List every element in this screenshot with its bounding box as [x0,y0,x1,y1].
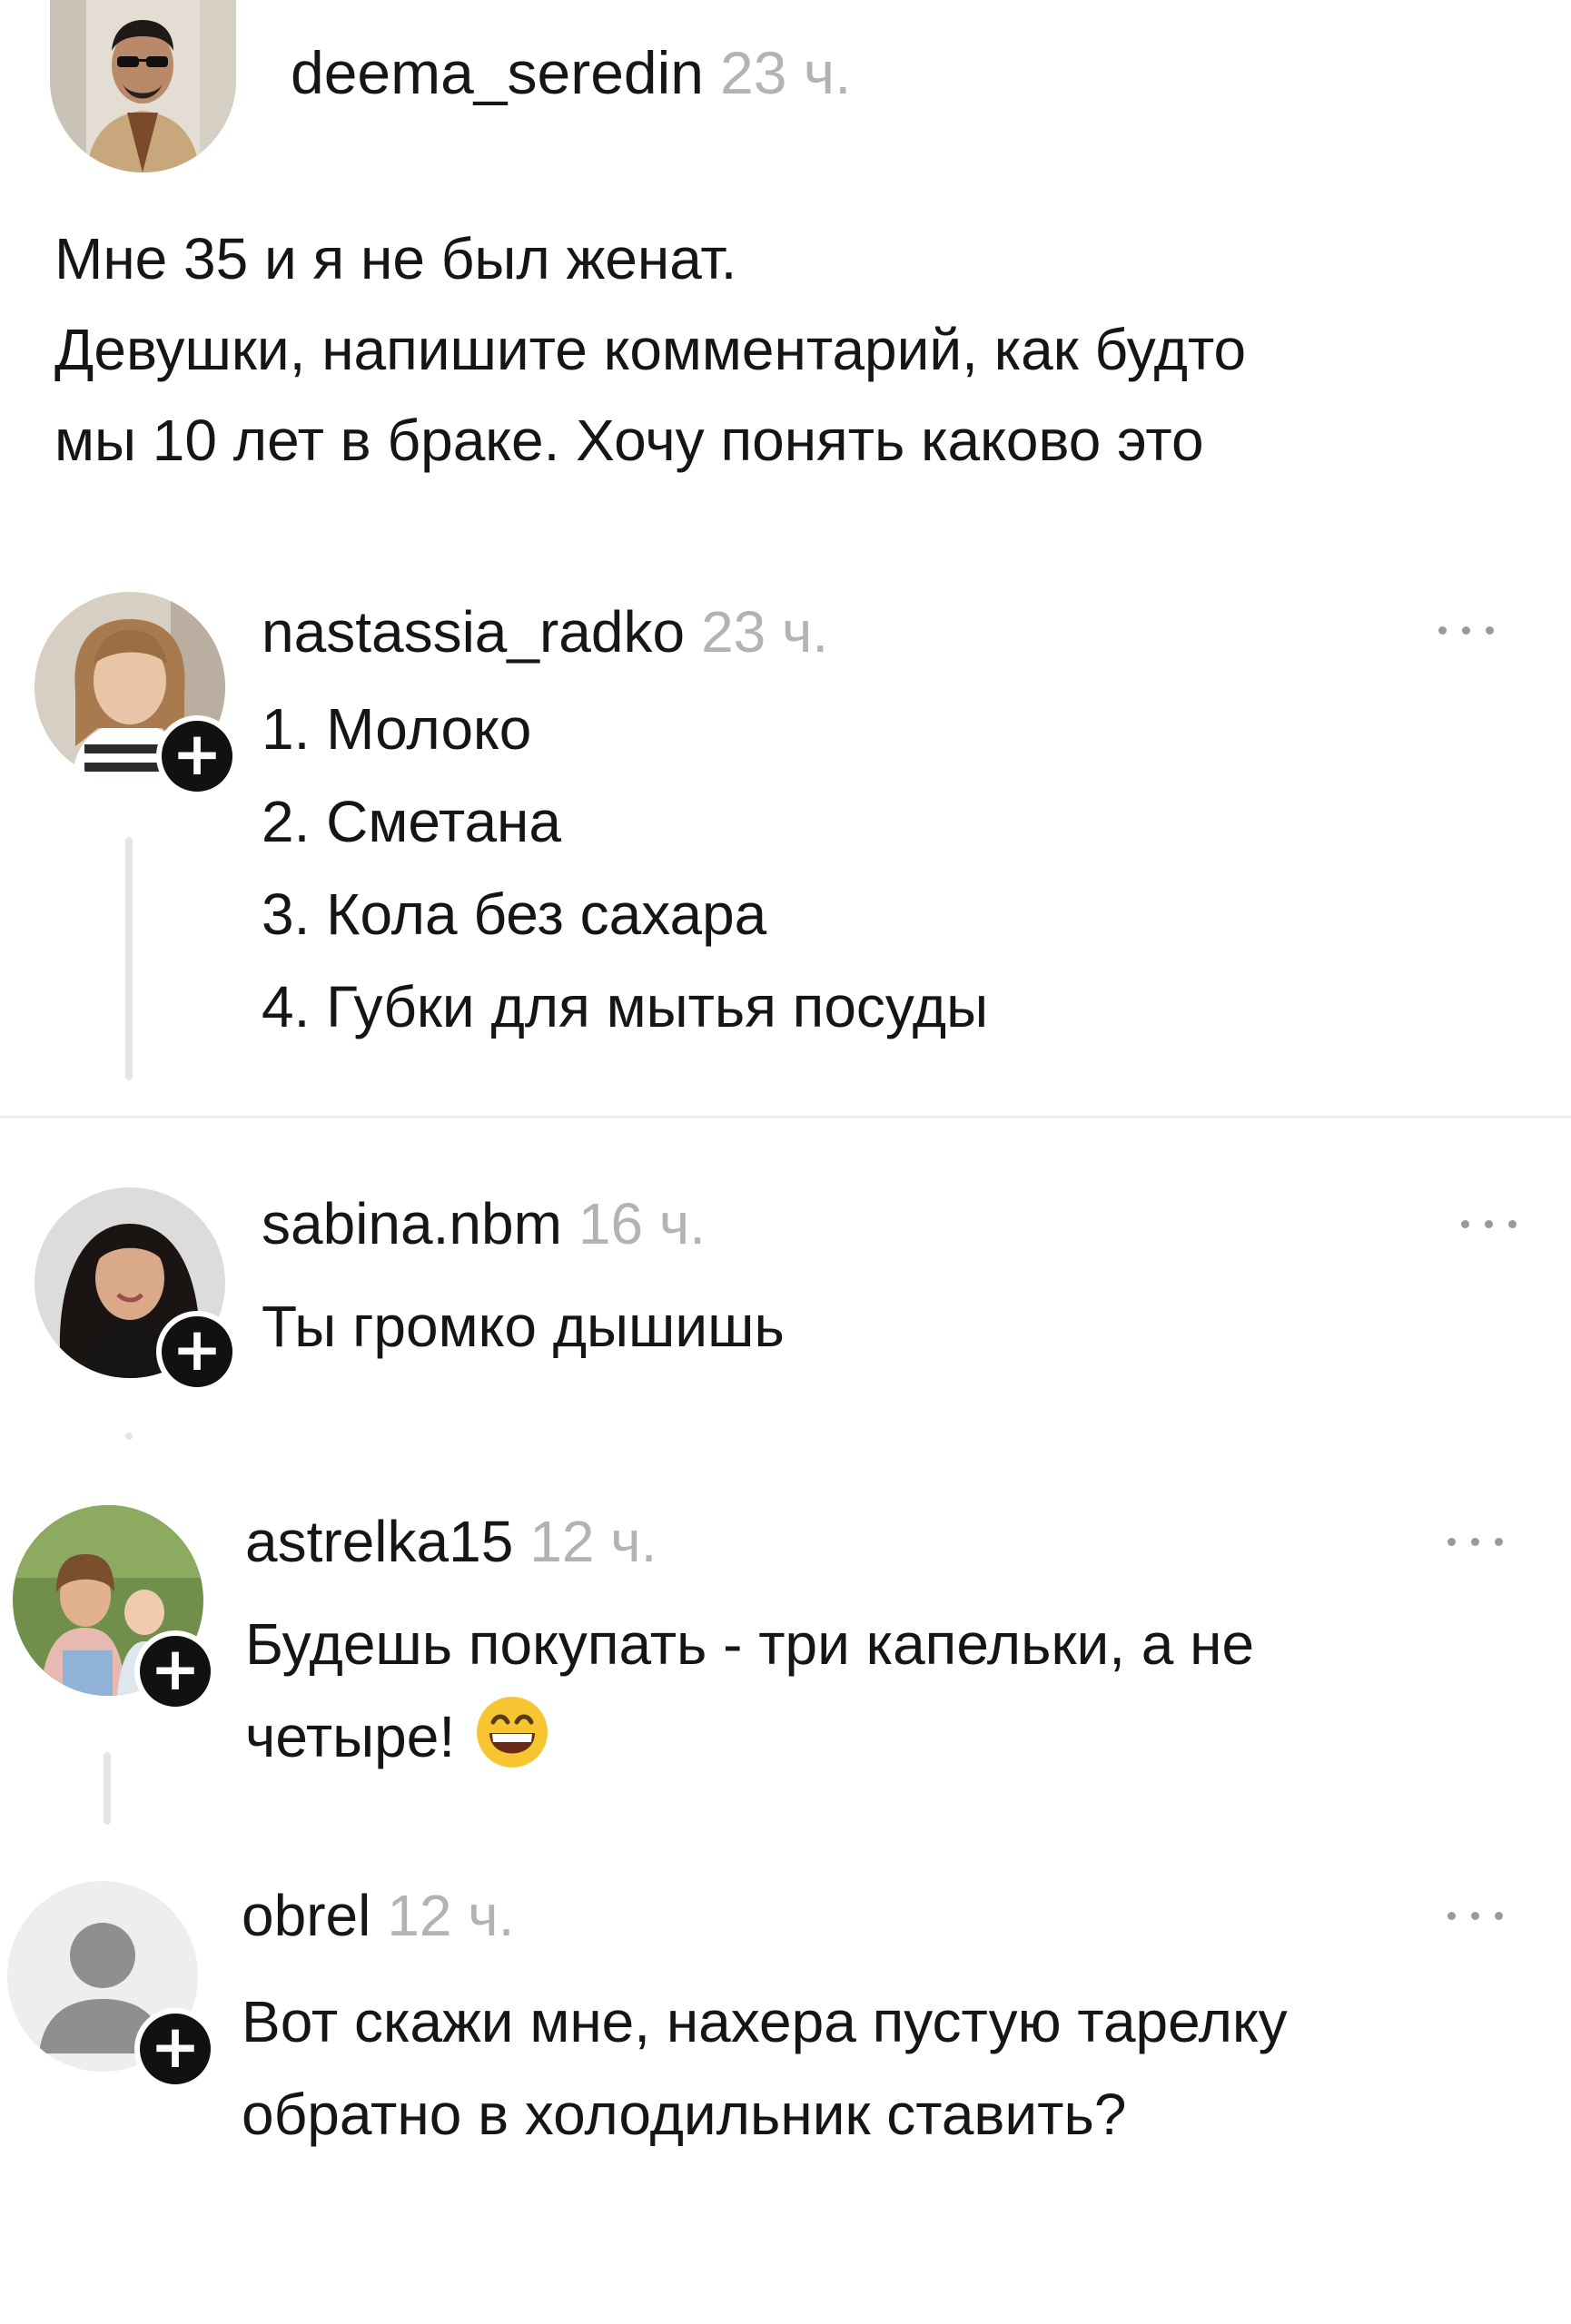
comment-author[interactable]: sabina.nbm [262,1191,562,1256]
more-options-icon[interactable] [1435,621,1498,639]
comment-header: astrelka15 12 ч. [245,1505,657,1578]
more-options-icon[interactable] [1444,1532,1507,1551]
comment-text-line: 4. Губки для мытья посуды [262,974,989,1039]
comment-author[interactable]: obrel [242,1883,371,1948]
follow-plus-icon[interactable]: + [156,715,238,797]
post-text-line: Мне 35 и я не был женат. [54,226,737,291]
comment-text-line: 1. Молоко [262,696,532,762]
comment-text-line: четыре! [245,1690,1254,1783]
comment-text-line: 2. Сметана [262,789,561,854]
comment-text-line: 3. Кола без сахара [262,881,767,947]
more-options-icon[interactable] [1457,1215,1521,1233]
comment-text-line: Будешь покупать - три капельки, а не [245,1611,1255,1677]
grinning-face-emoji-icon [475,1695,549,1769]
comment-time: 12 ч. [529,1509,657,1574]
comment-author[interactable]: astrelka15 [245,1509,513,1574]
thread-line [125,1433,133,1440]
comment-time: 23 ч. [701,599,829,665]
thread-line [104,1752,111,1825]
comment-header: obrel 12 ч. [242,1879,514,1952]
thread-line [125,837,133,1080]
post-time: 23 ч. [719,39,852,106]
post-author-name[interactable]: deema_seredin [291,39,704,106]
follow-plus-icon[interactable]: + [156,1311,238,1393]
comment-text-line: Ты громко дышишь [262,1294,785,1359]
comment-text-line: Вот скажи мне, нахера пустую тарелку [242,1989,1288,2054]
more-options-icon[interactable] [1444,1906,1507,1925]
comment-header: sabina.nbm 16 ч. [262,1187,706,1260]
follow-plus-icon[interactable]: + [134,1630,216,1712]
comment-text-line: обратно в холодильник ставить? [242,2082,1127,2147]
post-author-avatar[interactable] [50,0,236,172]
section-divider [0,1116,1571,1118]
follow-plus-icon[interactable]: + [134,2008,216,2090]
comment-text: Вот скажи мне, нахера пустую тарелку обр… [242,1975,1288,2161]
comment-time: 12 ч. [387,1883,515,1948]
post-text-line: Девушки, напишите комментарий, как будто [54,317,1247,382]
comment-text-fragment: четыре! [245,1704,456,1769]
comment-text: Будешь покупать - три капельки, а не чет… [245,1598,1254,1783]
comment-text: Ты громко дышишь [262,1280,785,1373]
comment-text: 1. Молоко 2. Сметана 3. Кола без сахара … [262,683,988,1053]
post-text: Мне 35 и я не был женат. Девушки, напиши… [54,213,1526,486]
comment-header: nastassia_radko 23 ч. [262,596,828,668]
post-header: deema_seredin 23 ч. [291,36,851,109]
comment-author[interactable]: nastassia_radko [262,599,685,665]
post-text-line: мы 10 лет в браке. Хочу понять каково эт… [54,408,1204,473]
comment-time: 16 ч. [578,1191,706,1256]
